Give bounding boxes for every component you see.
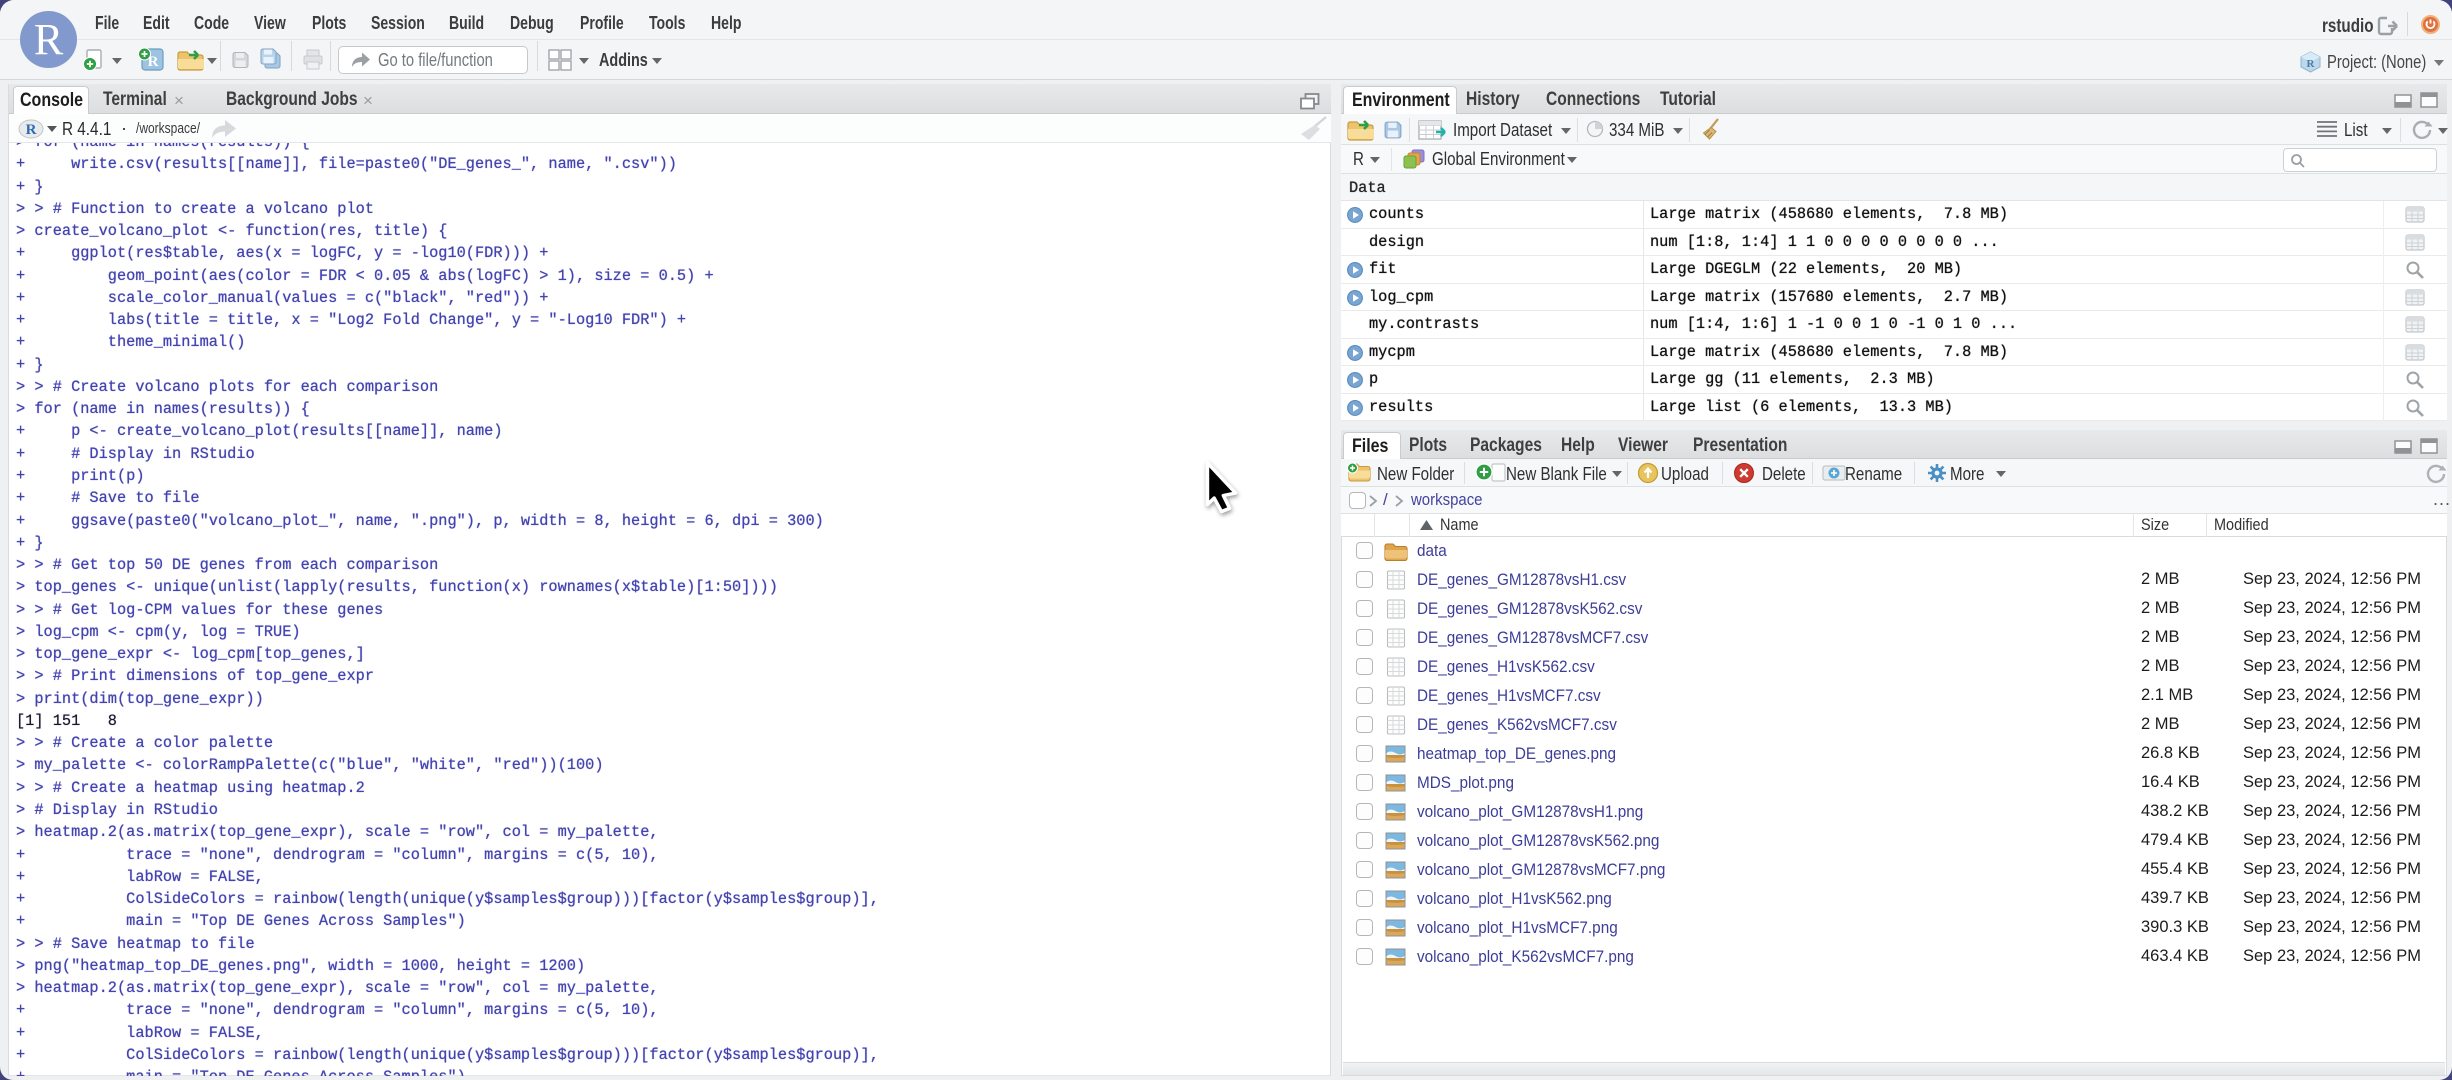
svg-text:R: R [2307,58,2316,70]
svg-text:R: R [26,122,37,138]
